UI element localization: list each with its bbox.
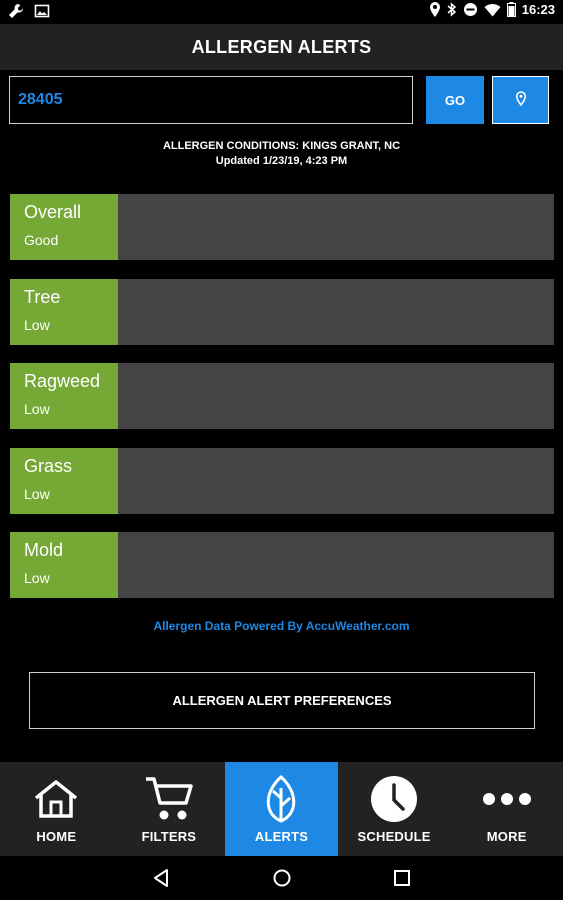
home-icon bbox=[31, 774, 81, 824]
more-icon bbox=[482, 774, 532, 824]
allergen-row-mold[interactable]: Mold Low bbox=[10, 532, 554, 598]
nav-item-alerts[interactable]: ALERTS bbox=[225, 762, 338, 856]
go-button[interactable]: GO bbox=[426, 76, 484, 124]
back-icon[interactable] bbox=[152, 868, 170, 893]
allergen-tile: Tree Low bbox=[10, 278, 118, 345]
page-title: ALLERGEN ALERTS bbox=[191, 36, 372, 57]
allergen-name: Tree bbox=[24, 286, 61, 307]
wrench-icon bbox=[8, 3, 24, 19]
allergen-name: Overall bbox=[24, 202, 82, 222]
clock-icon bbox=[369, 774, 419, 824]
conditions-header: ALLERGEN CONDITIONS: KINGS GRANT, NC Upd… bbox=[0, 139, 563, 169]
nav-label: HOME bbox=[36, 829, 77, 844]
wifi-icon bbox=[484, 3, 501, 17]
nav-label: FILTERS bbox=[141, 829, 197, 844]
conditions-updated: Updated 1/23/19, 4:23 PM bbox=[215, 155, 348, 167]
status-bar: 16:23 bbox=[0, 0, 563, 24]
allergen-name: Ragweed bbox=[24, 371, 101, 391]
allergen-level: Low bbox=[24, 401, 50, 417]
nav-label: MORE bbox=[486, 829, 527, 844]
leaf-icon bbox=[256, 774, 306, 824]
conditions-location: ALLERGEN CONDITIONS: KINGS GRANT, NC bbox=[162, 140, 401, 152]
allergen-list: Overall Good Tree Low Ragweed Low Grass … bbox=[10, 194, 554, 617]
allergen-level: Good bbox=[24, 232, 59, 248]
allergen-tile: Ragweed Low bbox=[10, 363, 118, 429]
system-nav-bar bbox=[0, 856, 563, 900]
status-time: 16:23 bbox=[521, 2, 555, 17]
map-pin-icon bbox=[515, 91, 527, 109]
location-icon bbox=[429, 2, 441, 17]
allergen-tile: Overall Good bbox=[10, 194, 118, 260]
nav-item-filters[interactable]: FILTERS bbox=[113, 762, 226, 856]
image-icon bbox=[34, 3, 50, 19]
bluetooth-icon bbox=[447, 2, 457, 17]
nav-item-more[interactable]: MORE bbox=[450, 762, 563, 856]
allergen-level: Low bbox=[24, 570, 50, 586]
nav-label: SCHEDULE bbox=[357, 829, 431, 844]
allergen-row-overall[interactable]: Overall Good bbox=[10, 194, 554, 260]
zip-code-input[interactable] bbox=[9, 76, 413, 124]
alert-preferences-button[interactable]: ALLERGEN ALERT PREFERENCES bbox=[29, 672, 535, 729]
allergen-tile: Grass Low bbox=[10, 447, 118, 514]
bottom-nav: HOME FILTERS ALERTS SCHEDULE MORE bbox=[0, 762, 563, 856]
do-not-disturb-icon bbox=[463, 2, 478, 17]
accuweather-link[interactable]: Allergen Data Powered By AccuWeather.com bbox=[0, 619, 563, 633]
nav-label: ALERTS bbox=[254, 829, 309, 844]
nav-item-home[interactable]: HOME bbox=[0, 762, 113, 856]
cart-icon bbox=[144, 774, 194, 824]
allergen-row-tree[interactable]: Tree Low bbox=[10, 278, 554, 345]
use-location-button[interactable] bbox=[492, 76, 549, 124]
allergen-level: Low bbox=[24, 485, 50, 502]
battery-icon bbox=[506, 2, 516, 17]
allergen-level: Low bbox=[24, 316, 50, 333]
app-header: ALLERGEN ALERTS bbox=[0, 24, 563, 70]
home-circle-icon[interactable] bbox=[272, 868, 292, 893]
allergen-row-grass[interactable]: Grass Low bbox=[10, 447, 554, 514]
allergen-tile: Mold Low bbox=[10, 532, 118, 598]
recents-icon[interactable] bbox=[393, 868, 411, 893]
allergen-name: Mold bbox=[24, 540, 64, 560]
allergen-name: Grass bbox=[24, 455, 73, 476]
nav-item-schedule[interactable]: SCHEDULE bbox=[338, 762, 451, 856]
status-left-icons bbox=[8, 3, 50, 19]
status-right-icons: 16:23 bbox=[429, 2, 555, 17]
allergen-row-ragweed[interactable]: Ragweed Low bbox=[10, 363, 554, 429]
